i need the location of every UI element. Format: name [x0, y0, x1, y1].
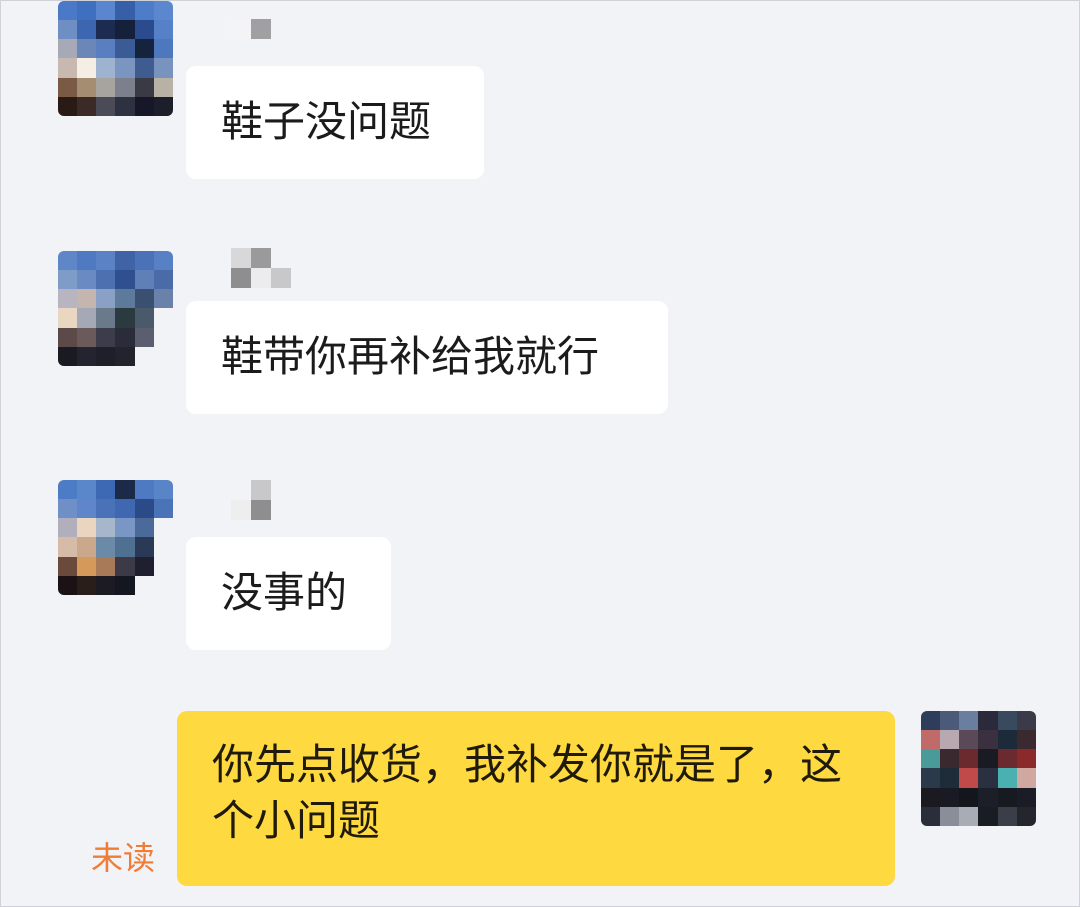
message-bubble-2[interactable]: 鞋带你再补给我就行 [186, 301, 668, 414]
message-bubble-3[interactable]: 没事的 [186, 537, 391, 650]
avatar-other-1[interactable] [58, 1, 173, 116]
message-bubble-self[interactable]: 你先点收货，我补发你就是了，这个小问题 [177, 711, 895, 886]
message-text-3: 没事的 [221, 568, 348, 617]
unread-status: 未读 [91, 839, 156, 877]
sender-name-redacted-3 [231, 480, 301, 520]
sender-name-redacted-1 [231, 9, 301, 49]
message-bubble-1[interactable]: 鞋子没问题 [186, 66, 484, 179]
avatar-self[interactable] [921, 711, 1036, 826]
sender-name-redacted-2 [231, 248, 301, 288]
avatar-other-2[interactable] [58, 251, 173, 366]
message-text-self: 你先点收货，我补发你就是了，这个小问题 [212, 740, 843, 845]
message-text-1: 鞋子没问题 [221, 97, 432, 146]
avatar-other-3[interactable] [58, 480, 173, 595]
chat-window: 鞋子没问题 鞋带你再补给我就行 没事的 未读 你先点收货，我补发你就是了，这个小… [0, 0, 1080, 907]
message-text-2: 鞋带你再补给我就行 [221, 332, 600, 381]
